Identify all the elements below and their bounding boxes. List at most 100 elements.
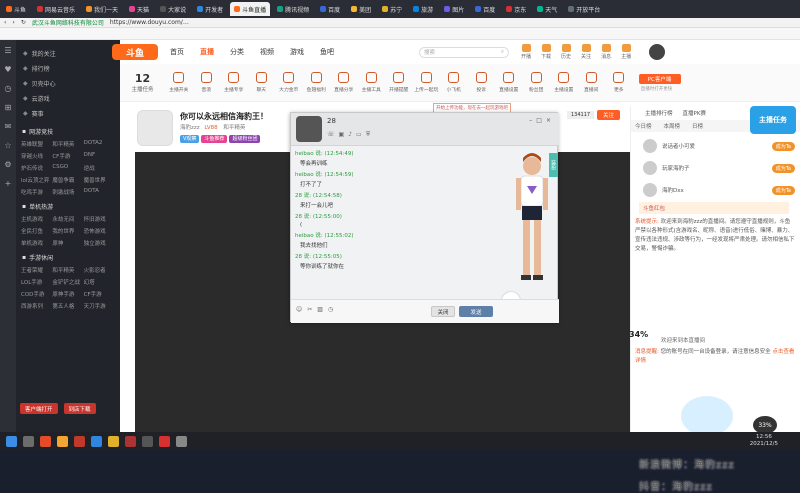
toolbar-item[interactable]: 投诉 [468,72,496,93]
browser-tab[interactable]: 开放平台 [564,2,604,16]
streamer-avatar[interactable] [137,110,173,146]
image-icon[interactable]: ▨ [317,306,328,313]
voice-icon[interactable]: ☏ [327,131,339,138]
browser-tab[interactable]: 百度 [471,2,499,16]
screen-icon[interactable]: ▭ [356,131,366,138]
close-icon[interactable]: × [546,117,555,124]
toolbar-item[interactable]: 主播开关 [165,72,193,93]
browser-tab[interactable]: 开发者 [193,2,227,16]
taskbar-app-1-icon[interactable] [23,435,34,447]
top-nav-2-button[interactable]: 历史 [561,44,571,60]
sidebar-category-link[interactable]: DNF [84,152,115,160]
sidebar-category-link[interactable]: 天刀手游 [84,302,115,310]
sidebar-category-link[interactable]: 单机游戏 [21,239,52,247]
browser-tab[interactable]: 苏宁 [378,2,406,16]
toolbar-item[interactable]: 直播分享 [330,72,358,93]
rank-subtab[interactable]: 本周榜 [664,122,681,130]
sidebar-category-link[interactable]: 原神手游 [52,290,83,298]
nav-link[interactable]: 直播 [200,47,214,57]
sidebar-category-link[interactable]: 逆战 [84,164,115,172]
send-button[interactable]: 发送 [459,306,493,317]
mail-icon[interactable]: ✉ [5,122,12,131]
sidebar-section-title[interactable]: ▪ 手游休闲 [16,251,120,264]
rank-row[interactable]: 海豹Dxx 成为Ta [635,180,795,200]
taskbar-app-4-icon[interactable] [74,435,85,447]
browser-tab[interactable]: 天猫 [125,2,153,16]
toolbar-item[interactable]: 粉丝团 [523,72,551,93]
sidebar-category-link[interactable]: 原神 [52,239,83,247]
sidebar-category-link[interactable]: 恐怖游戏 [84,227,115,235]
nav-link[interactable]: 游戏 [290,47,304,57]
sidebar-item[interactable]: ◆ 排行榜 [16,61,120,76]
sidebar-category-link[interactable]: 西游系列 [21,302,52,310]
sidebar-category-link[interactable]: DOTA [84,188,115,196]
taskbar-app-2-icon[interactable] [40,435,51,447]
sidebar-category-link[interactable]: LOL手游 [21,278,52,286]
rank-badge[interactable]: 成为Ta [771,141,795,151]
toolbar-item[interactable]: 鱼翅福利 [303,72,331,93]
toolbar-item[interactable]: 开播提醒 [385,72,413,93]
browser-tab[interactable]: 旅游 [409,2,437,16]
toolbar-item[interactable]: 直播间 [578,72,606,93]
pc-client-button[interactable]: PC客户端 [638,73,681,84]
menu-icon[interactable]: ☰ [4,46,11,55]
toolbar-item[interactable]: 主播设置 [550,72,578,93]
nav-link[interactable]: 鱼吧 [320,47,334,57]
sidebar-section-title[interactable]: ▪ 单机热游 [16,200,120,213]
sidebar-category-link[interactable]: 刺激战场 [52,188,83,196]
rank-badge[interactable]: 成为Ta [771,185,795,195]
top-nav-3-button[interactable]: 关注 [581,44,591,60]
start-icon[interactable] [6,435,17,447]
sidebar-category-link[interactable]: 王者荣耀 [21,266,52,274]
search-input[interactable]: 搜索 ⌕ [419,46,509,58]
sidebar-category-link[interactable]: 全民打鱼 [21,227,52,235]
taskbar-app-7-icon[interactable] [125,435,136,447]
search-icon[interactable]: ⌕ [501,49,504,56]
sidebar-category-link[interactable]: 和平精英 [52,266,83,274]
sidebar-section-title[interactable]: ▪ 网游竞技 [16,125,120,138]
top-nav-0-button[interactable]: 开播 [521,44,531,60]
sidebar-category-link[interactable]: 独立游戏 [84,239,115,247]
sidebar-category-link[interactable]: 魔兽世界 [84,176,115,184]
sidebar-item[interactable]: ◆ 贝壳中心 [16,76,120,91]
forward-icon[interactable]: › [12,19,14,26]
taskbar-app-3-icon[interactable] [57,435,68,447]
sidebar-category-link[interactable]: CSGO [52,164,83,172]
close-button[interactable]: 关闭 [431,306,455,317]
toolbar-item[interactable]: 小飞机 [440,72,468,93]
dress-up-tab[interactable]: 装扮 [549,153,558,177]
browser-tab[interactable]: 图片 [440,2,468,16]
sidebar-category-link[interactable]: 和平精英 [52,140,83,148]
rank-subtab[interactable]: 日榜 [692,122,703,130]
browser-tab[interactable]: 我们一天 [82,2,122,16]
toolbar-item[interactable]: 上传一起玩 [413,72,441,93]
sidebar-category-link[interactable]: 穿越火线 [21,152,52,160]
address-url[interactable]: https://www.douyu.com/… [110,19,189,26]
site-logo[interactable]: 斗鱼 [112,44,158,60]
top-nav-1-button[interactable]: 下载 [541,44,551,60]
promo-banner[interactable]: 斗鱼红包 [639,202,789,214]
nav-link[interactable]: 视频 [260,47,274,57]
browser-tab[interactable]: 京东 [502,2,530,16]
sidebar-category-link[interactable]: 怀旧游戏 [84,215,115,223]
sidebar-category-link[interactable]: 我的世界 [52,227,83,235]
user-avatar[interactable] [649,44,666,60]
streamer-category[interactable]: 和平精英 [223,125,245,131]
scissors-icon[interactable]: ✂ [307,306,317,313]
browser-tab[interactable]: 美团 [347,2,375,16]
browser-tab[interactable]: 网易云音乐 [33,2,79,16]
heart-icon[interactable]: ♥ [4,65,11,74]
taskbar-app-6-icon[interactable] [108,435,119,447]
task-count[interactable]: 12 主播任务 [120,72,165,93]
sidebar-item[interactable]: ◆ 云游戏 [16,91,120,106]
sidebar-category-link[interactable]: CF手游 [52,152,83,160]
history-icon[interactable]: ◷ [328,306,338,313]
nav-link[interactable]: 分类 [230,47,244,57]
sidebar-category-link[interactable]: lol云顶之弈 [21,176,52,184]
add-icon[interactable]: + [5,179,12,188]
sidebar-item[interactable]: ◆ 赛事 [16,106,120,121]
shield-icon[interactable]: ⛨ [366,131,375,138]
reload-icon[interactable]: ↻ [21,19,26,26]
browser-tab[interactable]: 斗鱼直播 [230,2,271,16]
history-icon[interactable]: ◷ [5,84,12,93]
